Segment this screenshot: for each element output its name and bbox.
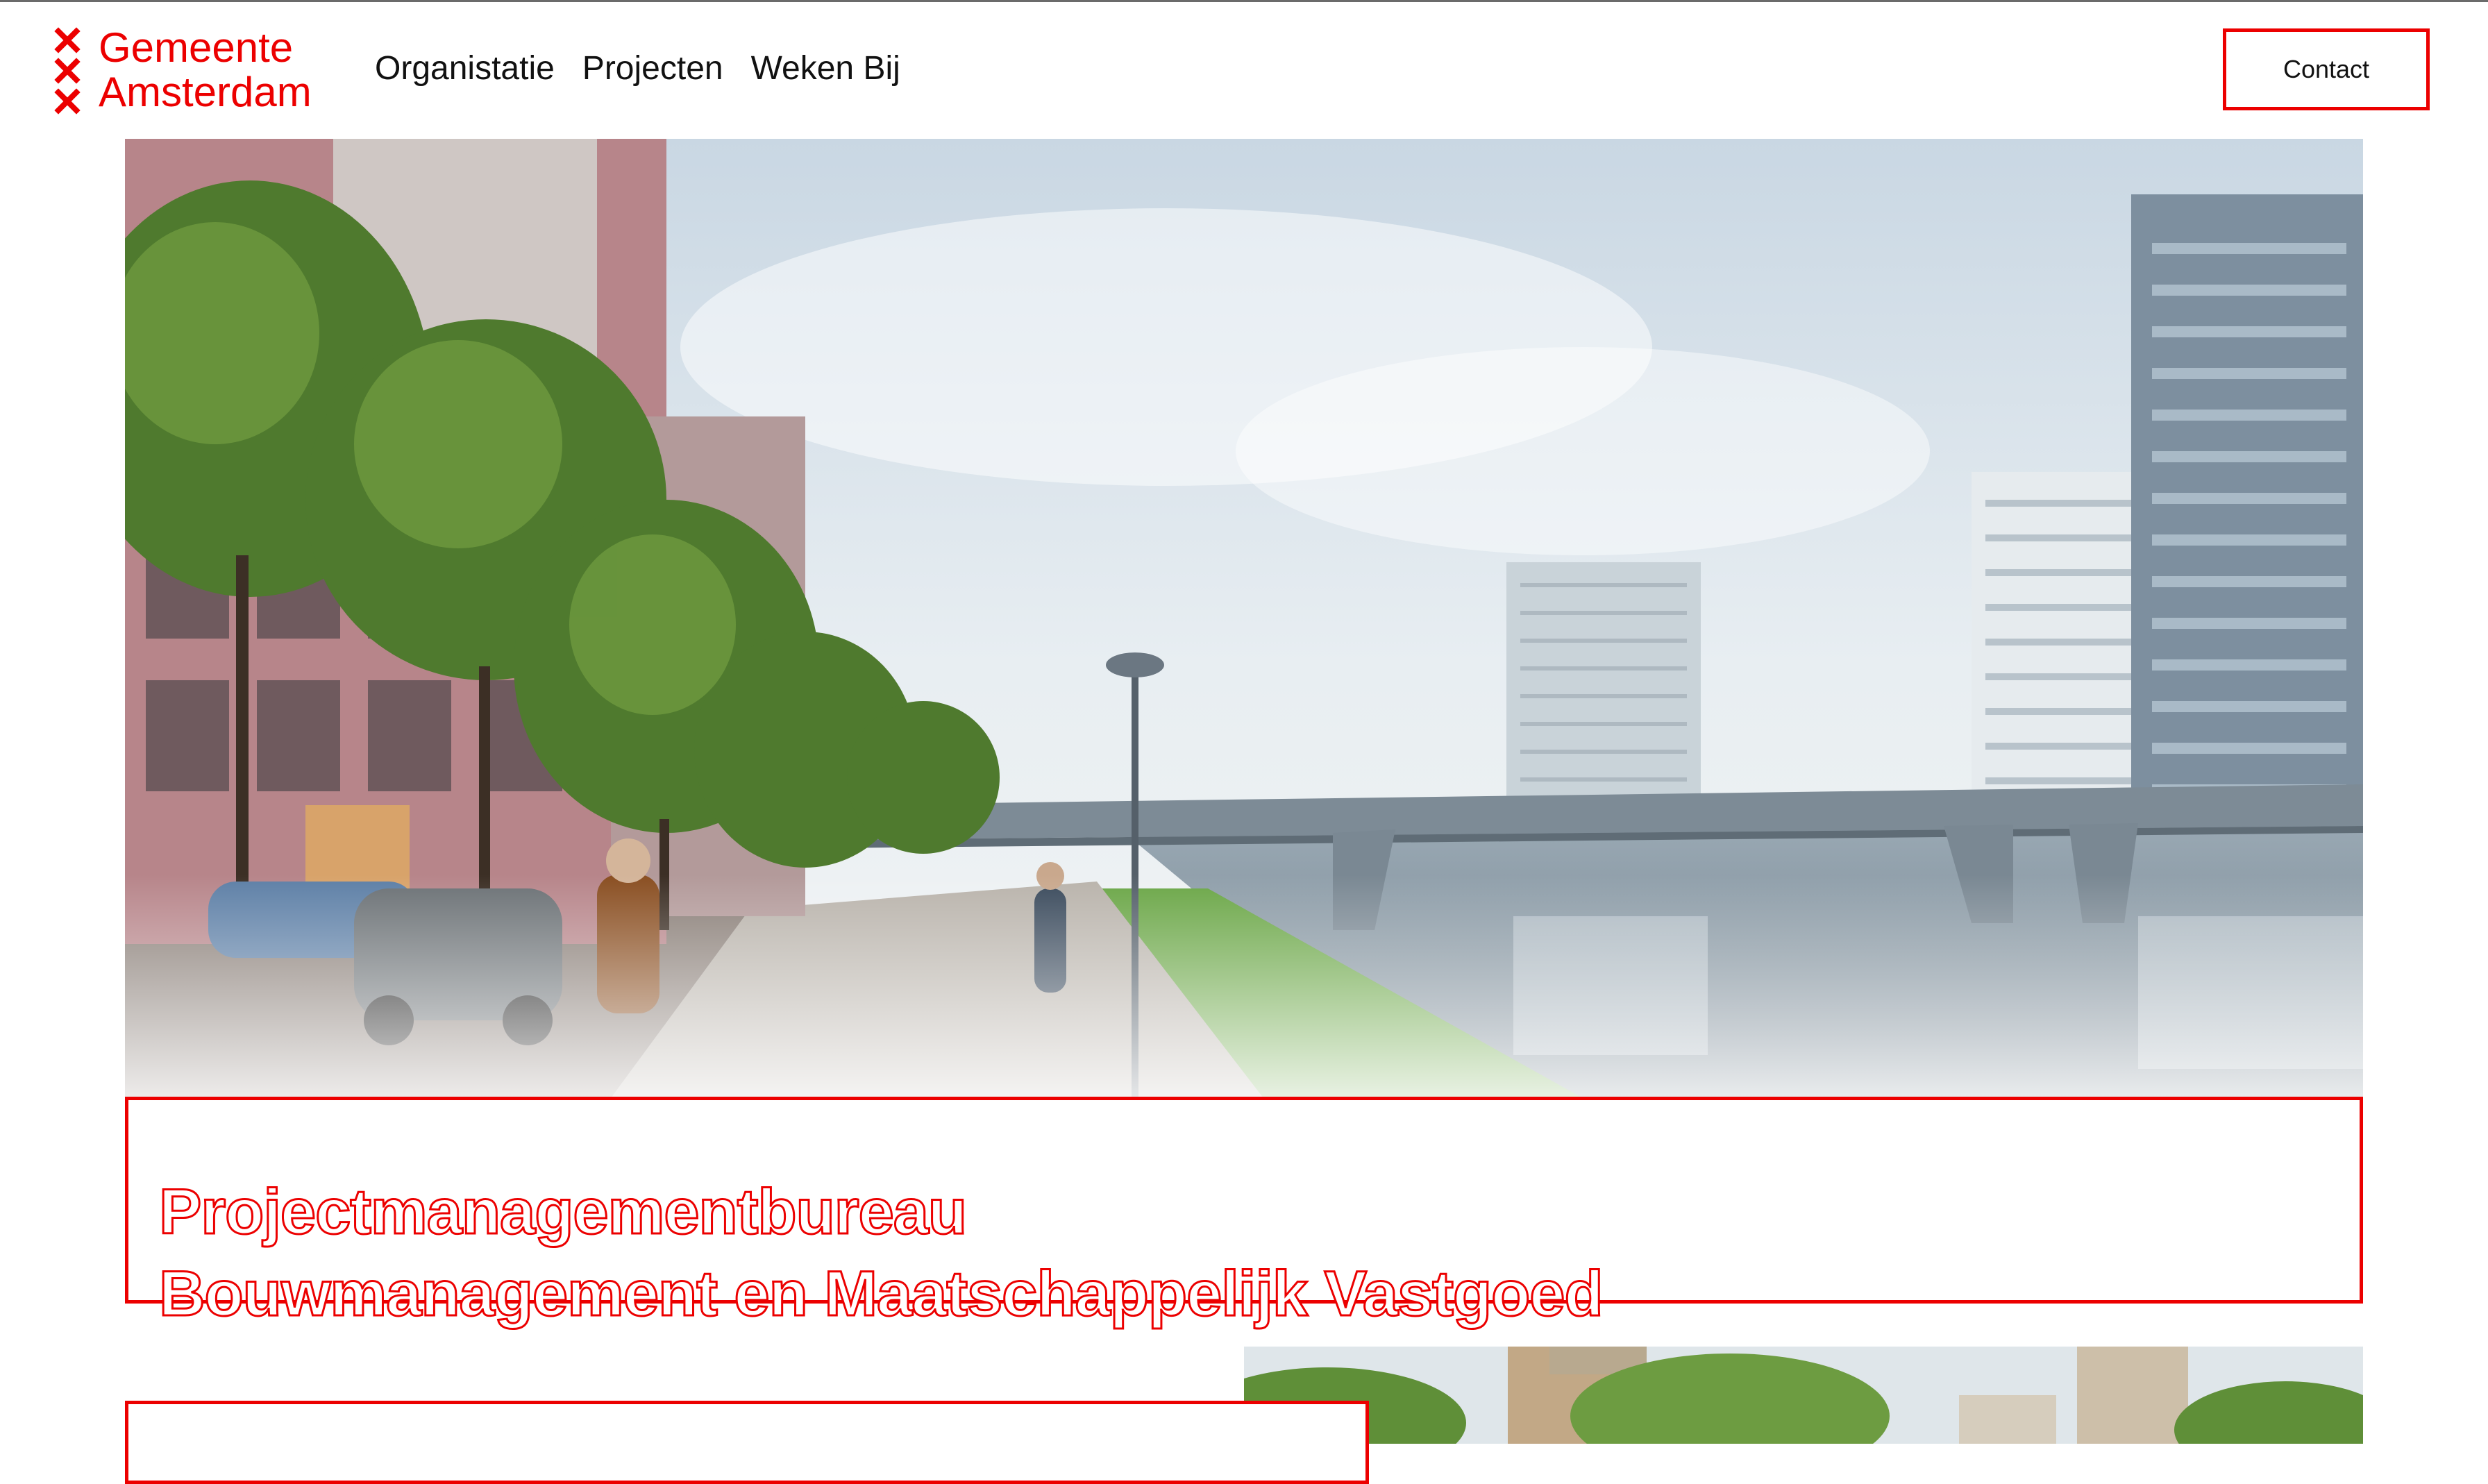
hero-title: Projectmanagementbureau Bouwmanagement e…: [158, 1171, 1605, 1335]
nav-item-projecten[interactable]: Projecten: [582, 48, 723, 90]
hero-image: [125, 139, 2363, 1098]
hero-caption: Projectmanagementbureau Bouwmanagement e…: [125, 1097, 2363, 1330]
intro-card: [125, 1401, 1369, 1484]
main-nav: Organistatie Projecten Weken Bij: [375, 48, 900, 90]
hero-title-line-1: Projectmanagementbureau: [158, 1175, 968, 1248]
xxx-crosses-icon: [54, 27, 81, 115]
project-illustration: [1244, 1347, 2363, 1444]
hero-title-line-2: Bouwmanagement en Maatschappelijk Vastgo…: [158, 1257, 1605, 1330]
logo-line-2: Amsterdam: [99, 69, 312, 115]
nav-item-weken-bij[interactable]: Weken Bij: [751, 48, 900, 90]
nav-item-organistatie[interactable]: Organistatie: [375, 48, 555, 90]
project-image: [1244, 1347, 2363, 1444]
logo-wordmark: Gemeente Amsterdam: [99, 26, 312, 115]
contact-button[interactable]: Contact: [2223, 28, 2430, 110]
logo-line-1: Gemeente: [99, 24, 294, 71]
site-header: Gemeente Amsterdam Organistatie Projecte…: [0, 2, 2488, 138]
gemeente-amsterdam-logo[interactable]: Gemeente Amsterdam: [54, 26, 339, 116]
hero-illustration: [125, 139, 2363, 1098]
